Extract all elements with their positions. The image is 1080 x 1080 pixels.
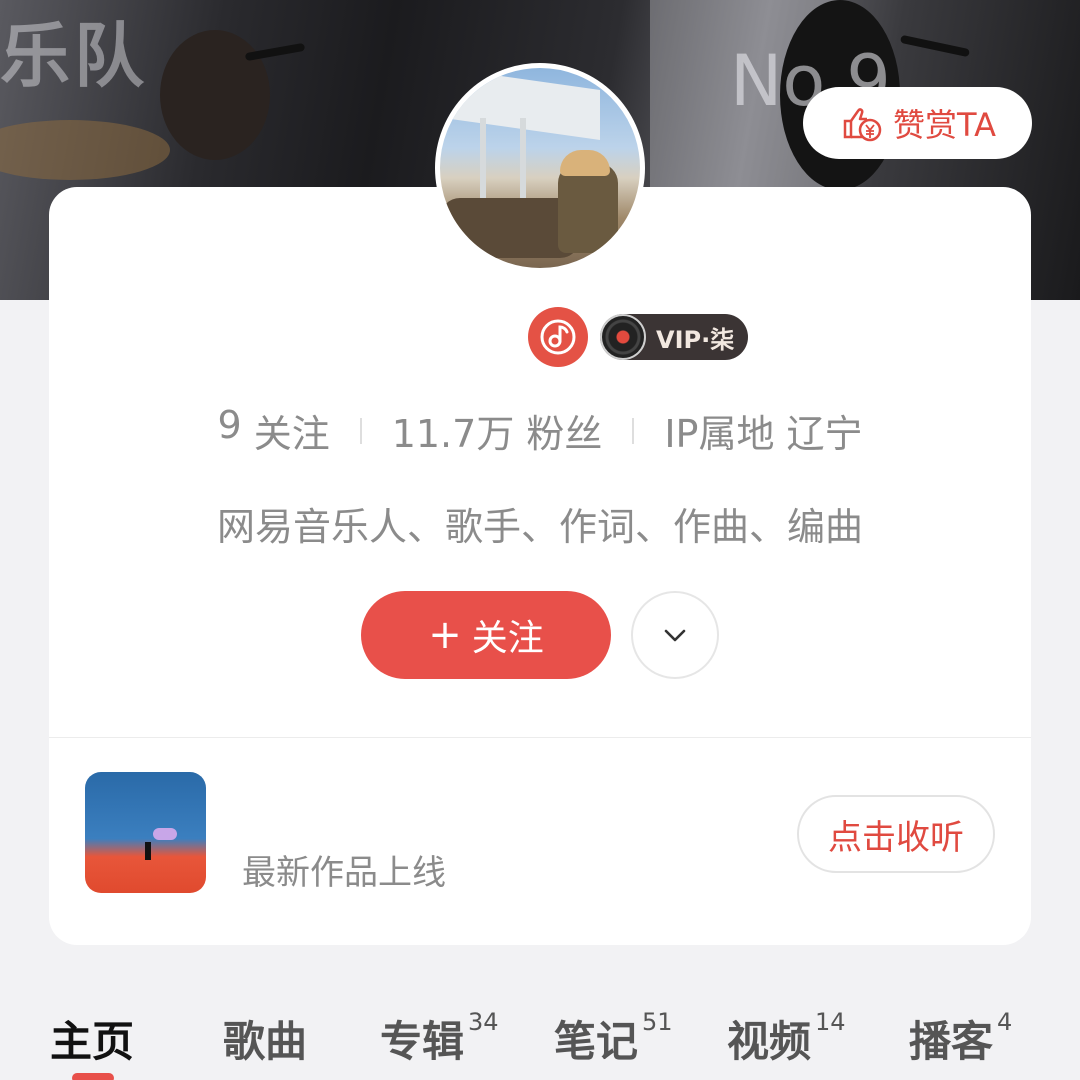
tab-count: 34 (468, 1008, 499, 1036)
following-count: 9 (217, 403, 242, 447)
cover-mic (899, 34, 971, 58)
cover-text-left: 乐队 (0, 14, 148, 97)
plus-icon: + (428, 612, 462, 658)
follow-label: 关注 (471, 618, 544, 659)
tab-label: 笔记 (554, 1017, 639, 1066)
tab-label: 主页 (50, 1017, 135, 1066)
thumbs-up-yen-icon (843, 108, 882, 142)
musician-badge[interactable] (528, 307, 588, 367)
stat-divider (632, 417, 635, 444)
active-tab-indicator (72, 1073, 114, 1080)
card-divider (49, 737, 1031, 738)
vinyl-disc-icon (600, 314, 646, 360)
bio-text: 网易音乐人、歌手、作词、作曲、编曲 (216, 505, 863, 549)
more-options-button[interactable] (631, 591, 719, 679)
tip-button-label: 赞赏TA (893, 106, 996, 144)
fans-label: 粉丝 (526, 412, 603, 456)
vip-badge[interactable]: VIP·柒 (600, 314, 749, 360)
following-label: 关注 (253, 412, 330, 456)
tab-count: 14 (815, 1008, 846, 1036)
profile-tabs: 主页 歌曲 专辑 34 笔记 51 视频 14 播客 4 (0, 1008, 1080, 1080)
following-stat[interactable]: 9 关注 (218, 403, 330, 458)
tab-videos[interactable]: 视频 14 (727, 1008, 846, 1069)
cover-drummer (160, 30, 270, 160)
ip-label: IP属地 (664, 412, 775, 456)
tab-podcasts[interactable]: 播客 4 (909, 1008, 1012, 1069)
vip-label: VIP·柒 (656, 325, 735, 354)
stats-row: 9 关注 11.7万 粉丝 IP属地 辽宁 (0, 403, 1080, 458)
tip-button[interactable]: 赞赏TA (803, 87, 1032, 159)
badge-row: VIP·柒 (528, 307, 749, 367)
ip-value: 辽宁 (786, 412, 863, 456)
stat-divider (359, 417, 362, 444)
latest-album-cover[interactable] (85, 772, 206, 893)
tab-label: 播客 (909, 1017, 994, 1066)
tab-label: 视频 (727, 1017, 812, 1066)
tab-label: 专辑 (380, 1017, 465, 1066)
chevron-down-icon (664, 629, 686, 642)
listen-button[interactable]: 点击收听 (797, 795, 995, 873)
follow-button[interactable]: + 关注 (361, 591, 611, 679)
ip-location: IP属地 辽宁 (664, 403, 862, 458)
fans-count: 11.7万 (391, 412, 515, 456)
tab-songs[interactable]: 歌曲 (223, 1008, 307, 1069)
tab-albums[interactable]: 专辑 34 (380, 1008, 499, 1069)
tab-notes[interactable]: 笔记 51 (554, 1008, 673, 1069)
cover-mic (244, 42, 306, 62)
avatar[interactable] (435, 63, 645, 273)
tab-label: 歌曲 (223, 1017, 308, 1066)
tab-count: 51 (642, 1008, 673, 1036)
music-note-icon (540, 319, 576, 355)
latest-release-text: 最新作品上线 (242, 853, 446, 893)
fans-stat[interactable]: 11.7万 粉丝 (392, 403, 603, 458)
cover-drum (0, 120, 170, 180)
tab-count: 4 (997, 1008, 1013, 1036)
tab-home[interactable]: 主页 (50, 1008, 134, 1069)
